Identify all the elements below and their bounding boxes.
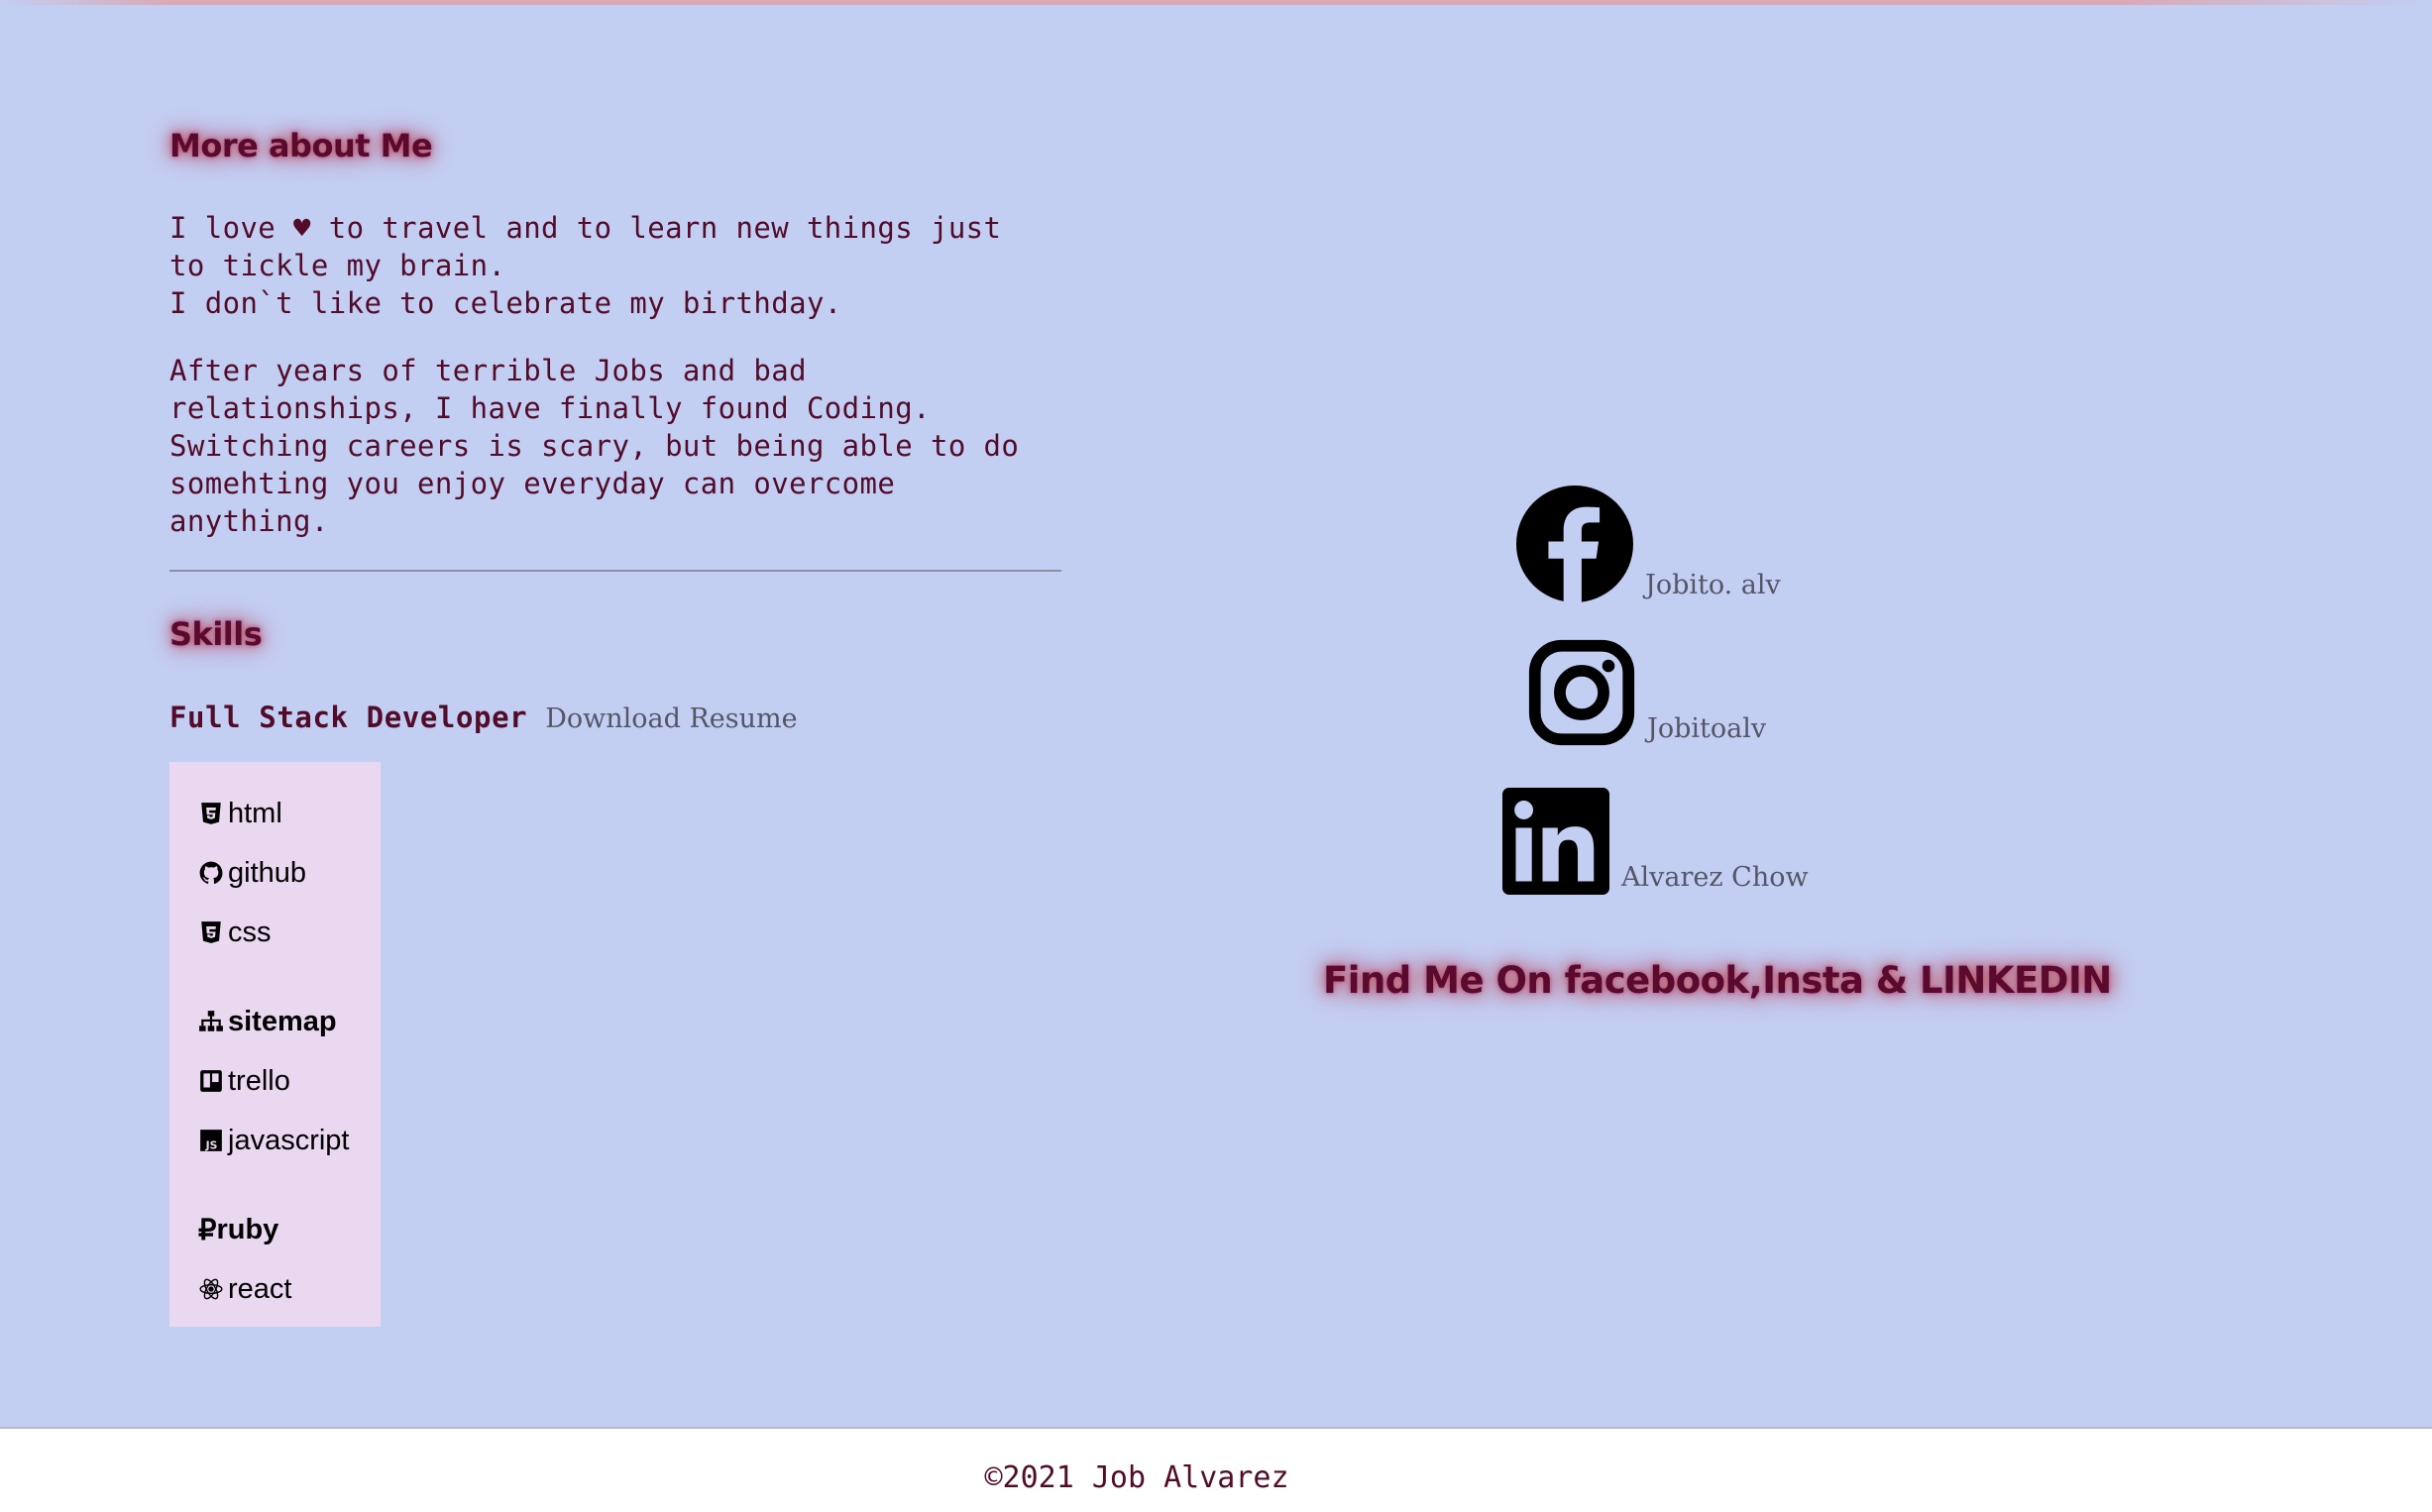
about-line: relationships, I have finally found Codi…: [169, 391, 931, 425]
social-facebook[interactable]: Jobito. alv: [1516, 486, 1781, 602]
skill-group: sitemap trello JS javascript: [198, 992, 381, 1170]
skill-item-javascript: JS javascript: [198, 1111, 381, 1170]
skill-label: sitemap: [228, 1005, 337, 1037]
skill-label: github: [228, 856, 307, 889]
css3-icon: [201, 921, 221, 943]
instagram-label[interactable]: Jobitoalv: [1647, 713, 1766, 744]
html5-icon: [201, 803, 221, 824]
about-line: Switching careers is scary, but being ab…: [169, 429, 1020, 463]
skill-item-html: html: [198, 784, 381, 843]
social-linkedin[interactable]: Alvarez Chow: [1502, 788, 1809, 895]
download-resume-link[interactable]: Download Resume: [545, 703, 797, 734]
trello-icon: [200, 1070, 222, 1092]
role-line: Full Stack Developer Download Resume: [169, 701, 1061, 734]
instagram-icon[interactable]: [1528, 639, 1635, 746]
section-divider: [169, 570, 1061, 572]
about-line: I love ♥ to travel and to learn new thin…: [169, 211, 1002, 245]
linkedin-label[interactable]: Alvarez Chow: [1621, 862, 1809, 893]
ruble-icon: ₽: [198, 1214, 217, 1246]
skill-label: react: [228, 1272, 292, 1305]
about-paragraph-1: I love ♥ to travel and to learn new thin…: [169, 209, 1061, 322]
skills-heading: Skills: [169, 615, 263, 653]
about-line: to tickle my brain.: [169, 249, 506, 282]
linkedin-icon[interactable]: [1502, 788, 1609, 895]
footer: ©2021 Job Alvarez: [0, 1427, 2432, 1512]
skill-item-css: css: [198, 903, 381, 962]
skill-item-sitemap: sitemap: [198, 992, 381, 1051]
skill-label: css: [228, 916, 272, 948]
skill-item-trello: trello: [198, 1051, 381, 1111]
about-line: anything.: [169, 504, 329, 538]
javascript-icon: JS: [200, 1130, 222, 1152]
skill-item-ruby: ₽ ruby: [198, 1200, 381, 1259]
facebook-label[interactable]: Jobito. alv: [1645, 570, 1781, 600]
react-icon: [199, 1278, 223, 1300]
find-me-heading: Find Me On facebook,Insta & LINKEDIN: [1323, 959, 2112, 1002]
facebook-icon[interactable]: [1516, 486, 1633, 602]
skill-label: javascript: [228, 1124, 350, 1156]
github-icon: [199, 861, 223, 884]
skill-group: html github css: [198, 784, 381, 962]
about-line: somehting you enjoy everyday can overcom…: [169, 467, 896, 500]
skill-item-github: github: [198, 843, 381, 903]
about-paragraph-2: After years of terrible Jobs and bad rel…: [169, 352, 1061, 540]
skill-group: ₽ ruby react: [198, 1200, 381, 1319]
about-line: After years of terrible Jobs and bad: [169, 354, 807, 387]
skill-label: trello: [228, 1064, 290, 1097]
about-skills-column: More about Me I love ♥ to travel and to …: [169, 109, 1061, 1327]
role-title: Full Stack Developer: [169, 701, 528, 734]
about-heading: More about Me: [169, 127, 433, 164]
sitemap-icon: [199, 1011, 223, 1031]
skills-list: html github css sitemap trello JS javasc…: [169, 762, 381, 1327]
top-accent-bar: [0, 0, 2432, 5]
social-instagram[interactable]: Jobitoalv: [1528, 639, 1766, 746]
about-line: I don`t like to celebrate my birthday.: [169, 286, 842, 320]
skill-label: ruby: [216, 1213, 279, 1245]
skill-item-react: react: [198, 1259, 381, 1319]
skill-label: html: [228, 797, 282, 829]
footer-copyright: ©2021 Job Alvarez: [984, 1460, 1289, 1495]
svg-text:JS: JS: [205, 1139, 218, 1152]
